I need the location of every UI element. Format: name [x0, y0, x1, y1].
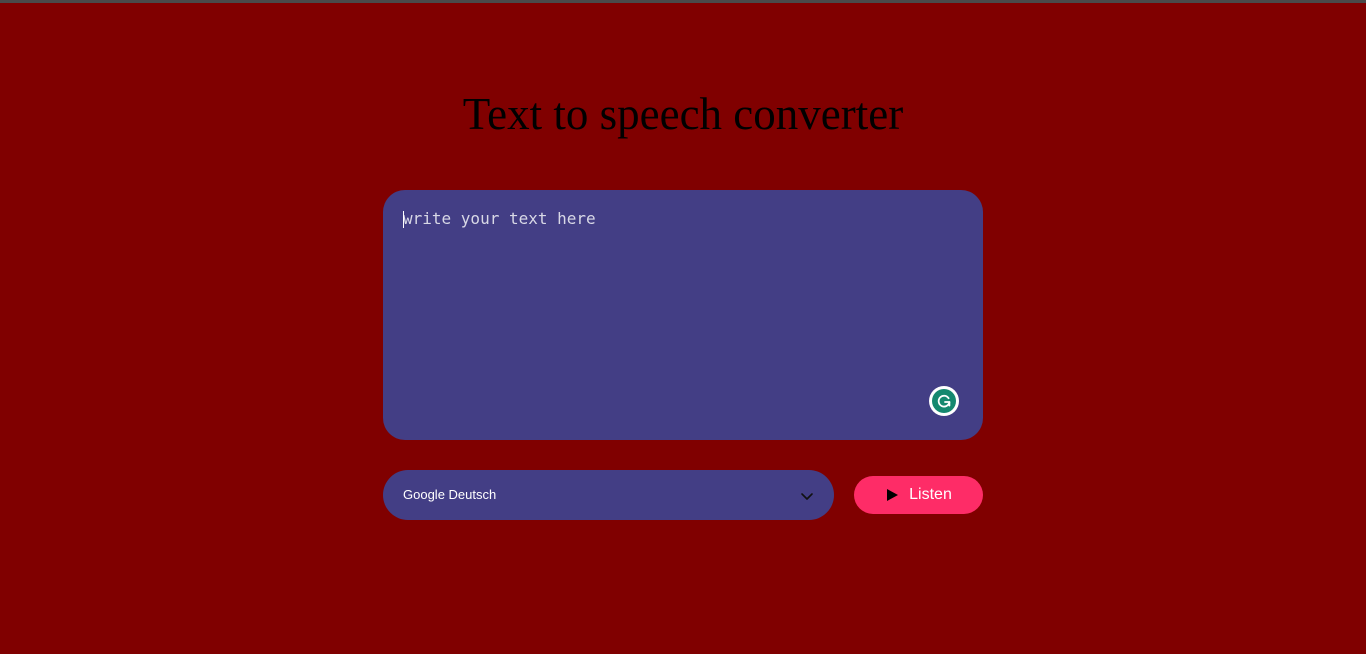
window-top-border: [0, 0, 1366, 3]
voice-select[interactable]: Google Deutsch: [383, 470, 834, 520]
chevron-down-icon: [800, 489, 814, 503]
voice-select-value: Google Deutsch: [403, 487, 497, 502]
grammarly-icon[interactable]: [929, 386, 959, 416]
page-title: Text to speech converter: [462, 89, 904, 139]
text-editor-panel: [383, 190, 983, 440]
listen-button-label: Listen: [909, 486, 952, 503]
play-icon: [885, 488, 899, 502]
listen-button[interactable]: Listen: [854, 476, 983, 514]
text-input[interactable]: [383, 190, 983, 440]
text-cursor: [403, 211, 404, 228]
